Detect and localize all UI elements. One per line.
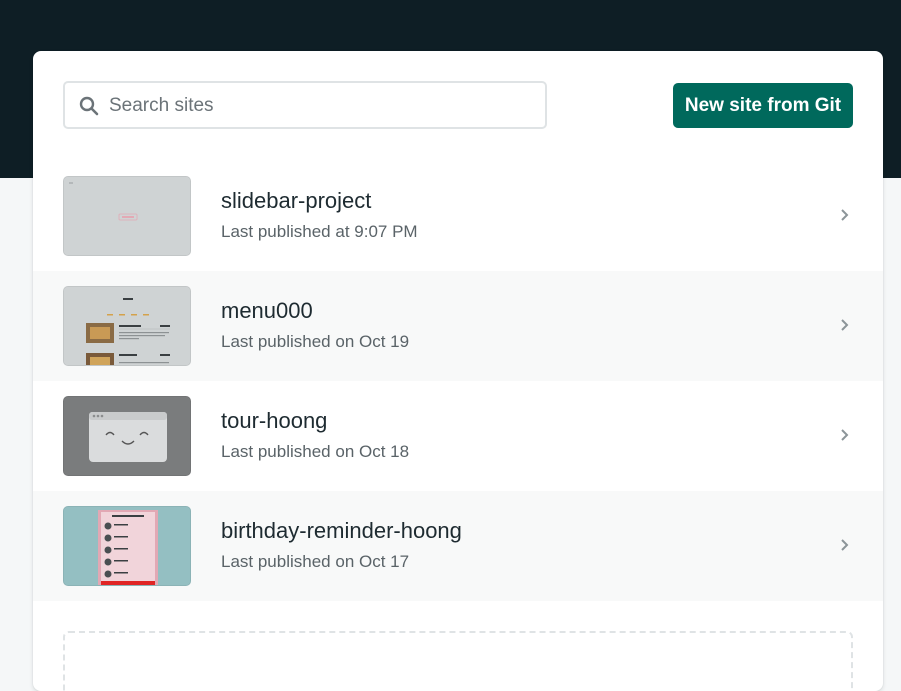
new-site-from-git-button[interactable]: New site from Git — [673, 83, 853, 128]
site-published-time: Last published on Oct 18 — [221, 442, 410, 461]
site-preview-image — [64, 507, 190, 585]
chevron-right-icon — [841, 429, 849, 441]
sites-panel: New site from Git slidebar-project Last … — [33, 51, 883, 691]
chevron-right-icon — [841, 209, 849, 221]
search-input[interactable] — [107, 83, 541, 129]
placeholder-face-icon — [64, 397, 190, 475]
site-published-time: Last published on Oct 19 — [221, 332, 410, 351]
site-name[interactable]: tour-hoong — [221, 408, 327, 434]
chevron-right-icon — [841, 539, 849, 551]
site-thumbnail — [63, 506, 191, 586]
site-published-time: Last published on Oct 17 — [221, 552, 410, 571]
site-name[interactable]: birthday-reminder-hoong — [221, 518, 462, 544]
site-row[interactable]: tour-hoong Last published on Oct 18 — [33, 381, 883, 491]
search-icon — [79, 96, 99, 116]
site-thumbnail — [63, 396, 191, 476]
site-published-time: Last published at 9:07 PM — [221, 222, 418, 241]
search-box[interactable] — [63, 81, 547, 129]
site-name[interactable]: slidebar-project — [221, 188, 371, 214]
site-name[interactable]: menu000 — [221, 298, 313, 324]
site-preview-image — [64, 177, 190, 255]
chevron-right-icon — [841, 319, 849, 331]
site-row[interactable]: slidebar-project Last published at 9:07 … — [33, 161, 883, 271]
site-thumbnail — [63, 286, 191, 366]
site-row[interactable]: menu000 Last published on Oct 19 — [33, 271, 883, 381]
site-preview-image — [64, 287, 190, 365]
site-thumbnail — [63, 176, 191, 256]
drop-zone[interactable] — [63, 631, 853, 691]
site-row[interactable]: birthday-reminder-hoong Last published o… — [33, 491, 883, 601]
site-list: slidebar-project Last published at 9:07 … — [33, 161, 883, 601]
